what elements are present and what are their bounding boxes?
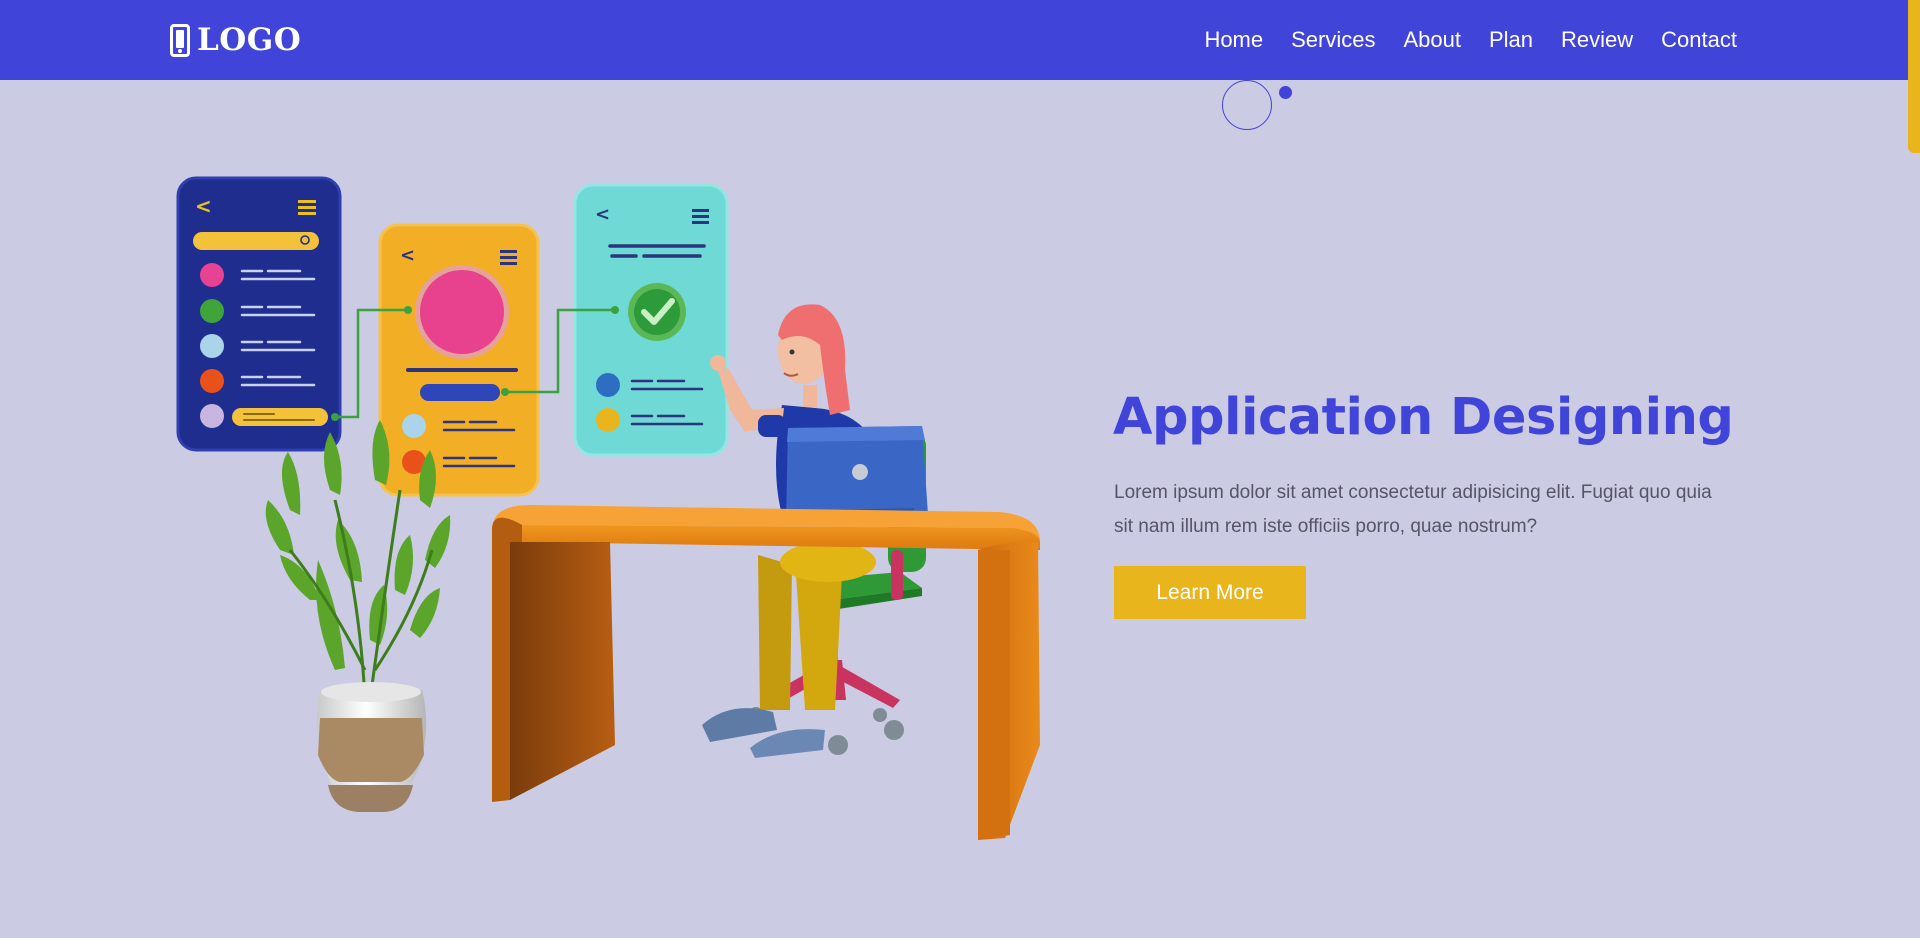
navbar: LOGO Home Services About Plan Review Con…	[0, 0, 1920, 80]
decorative-dot	[1279, 86, 1292, 99]
app-screen-profile: <	[378, 223, 540, 497]
nav-link-plan[interactable]: Plan	[1489, 27, 1533, 53]
logo-text: LOGO	[197, 22, 302, 58]
hero-title: Application Designing	[1113, 388, 1734, 447]
learn-more-button[interactable]: Learn More	[1114, 566, 1306, 619]
svg-text:<: <	[400, 245, 415, 266]
app-screen-list: <	[176, 176, 342, 452]
nav-link-review[interactable]: Review	[1561, 27, 1633, 53]
hero-description: Lorem ipsum dolor sit amet consectetur a…	[1114, 482, 1712, 537]
mobile-phone-icon	[170, 23, 190, 57]
nav-link-home[interactable]: Home	[1204, 27, 1263, 53]
nav-link-about[interactable]: About	[1403, 27, 1461, 53]
nav-link-contact[interactable]: Contact	[1661, 27, 1737, 53]
svg-text:<: <	[595, 204, 610, 225]
nav-link-services[interactable]: Services	[1291, 27, 1375, 53]
scrollbar-thumb[interactable]	[1908, 0, 1920, 153]
potted-plant	[265, 420, 451, 812]
decorative-ring	[1222, 80, 1272, 130]
app-screen-success: <	[573, 183, 729, 457]
hero-illustration: < < <	[176, 176, 1040, 840]
svg-text:<: <	[195, 194, 212, 218]
logo-link[interactable]: LOGO	[170, 22, 301, 58]
main-nav: Home Services About Plan Review Contact	[1204, 0, 1737, 80]
